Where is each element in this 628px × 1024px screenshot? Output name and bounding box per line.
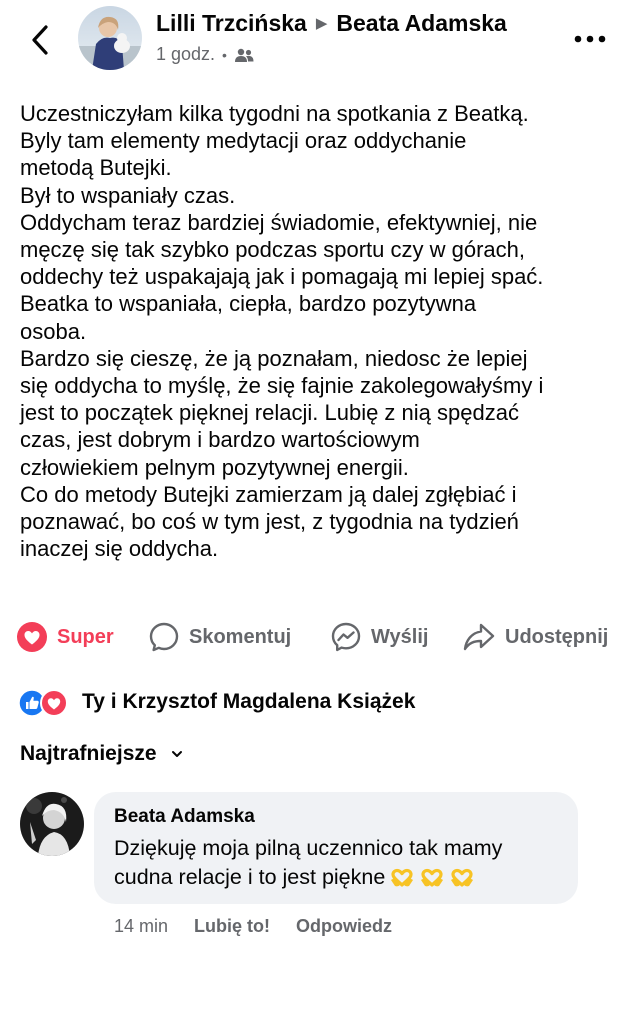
reactions-summary[interactable]: Ty i Krzysztof Magdalena Książek: [18, 686, 415, 718]
share-label: Udostępnij: [505, 625, 609, 648]
post-time[interactable]: 1 godz.: [156, 44, 215, 65]
heart-hands-emoji-icon: [391, 869, 414, 887]
post-text-line: Bardzo się cieszę, że ją poznałam, niedo…: [20, 345, 528, 371]
comment-reply-button[interactable]: Odpowiedz: [296, 916, 392, 937]
comment-text-line: Dziękuję moja pilną uczennico tak mamy: [114, 836, 503, 860]
back-button[interactable]: [22, 20, 58, 60]
comment-text: Dziękuję moja pilną uczennico tak mamy c…: [114, 834, 564, 892]
messenger-icon: [331, 622, 361, 652]
heart-hands-emoji-icon: [421, 869, 444, 887]
post-text-line: Był to wspaniały czas.: [20, 182, 236, 208]
post-text-line: czas, jest dobrym i bardzo wartościowym: [20, 427, 420, 453]
post-meta: 1 godz. •: [156, 44, 254, 65]
comment-sort-dropdown[interactable]: Najtrafniejsze: [20, 742, 183, 766]
post-text-line: jest to początek pięknej relacji. Lubię …: [20, 400, 519, 426]
send-button[interactable]: Wyślij: [330, 612, 428, 662]
post-text-line: człowiekiem pelnym pozytywnej energii.: [20, 454, 409, 480]
recipient-name[interactable]: Beata Adamska: [336, 10, 506, 37]
comment-avatar[interactable]: [20, 792, 84, 856]
post-text-line: Uczestniczyłam kilka tygodni na spotkani…: [20, 101, 529, 126]
heart-hands-emoji-icon: [451, 869, 474, 887]
chevron-left-icon: [32, 25, 48, 55]
post-text-line: metodą Butejki.: [20, 155, 172, 181]
heart-hands-emojis: [389, 868, 475, 888]
friends-icon: [234, 48, 254, 62]
triangle-right-icon: ▶: [315, 14, 328, 32]
post-text-line: Oddycham teraz bardziej świadomie, efekt…: [20, 209, 538, 235]
love-icon: [40, 689, 68, 717]
author-name[interactable]: Lilli Trzcińska: [156, 10, 307, 37]
comment-label: Skomentuj: [189, 625, 292, 648]
comment-author[interactable]: Beata Adamska: [114, 806, 255, 828]
post-text-line: Co do metody Butejki zamierzam ją dalej …: [20, 481, 517, 507]
love-icon: [17, 622, 47, 652]
post-text-line: się oddycha to myślę, że się fajnie zako…: [20, 373, 544, 399]
share-arrow-icon: [463, 623, 495, 651]
comment-bubble-icon: [149, 622, 179, 652]
comment-time: 14 min: [114, 915, 169, 936]
post-text-line: inaczej się oddycha.: [20, 536, 219, 562]
post-author-line: Lilli Trzcińska ▶ Beata Adamska: [156, 10, 507, 37]
comment-text-fragment: cudna relacje i to jest piękne: [114, 865, 386, 889]
share-button[interactable]: Udostępnij: [462, 612, 608, 662]
reaction-names: Ty i Krzysztof Magdalena Książek: [82, 690, 416, 713]
meta-separator: •: [222, 46, 227, 63]
sort-label: Najtrafniejsze: [20, 742, 157, 765]
post-text: Uczestniczyłam kilka tygodni na spotkani…: [20, 100, 616, 562]
super-reaction-button[interactable]: Super: [16, 612, 114, 662]
reaction-icons: [18, 687, 74, 717]
comment-like-button[interactable]: Lubię to!: [194, 916, 270, 937]
post-text-line: Byly tam elementy medytacji oraz oddycha…: [20, 128, 467, 154]
send-label: Wyślij: [371, 625, 429, 648]
comment-meta: 14 min Lubię to! Odpowiedz: [114, 914, 418, 938]
comment-text-line: cudna relacje i to jest piękne: [114, 863, 564, 892]
post-text-line: męczę się tak szybko podczas sportu czy …: [20, 237, 525, 263]
post-header: Lilli Trzcińska ▶ Beata Adamska 1 godz. …: [0, 0, 628, 80]
more-options-button[interactable]: [570, 24, 610, 54]
post-text-line: osoba.: [20, 318, 87, 344]
comment-bubble[interactable]: Beata Adamska Dziękuję moja pilną uczenn…: [94, 792, 578, 904]
post-text-line: poznawać, bo coś w tym jest, z tygodnia …: [20, 509, 519, 535]
post-text-line: oddechy też uspakajają jak i pomagają mi…: [20, 264, 544, 290]
super-label: Super: [57, 625, 114, 648]
post-action-bar: Super Skomentuj Wyślij Udostępnij: [0, 612, 628, 662]
chevron-down-icon: [171, 751, 182, 757]
post-text-line: Beatka to wspaniała, ciepła, bardzo pozy…: [20, 291, 477, 317]
avatar[interactable]: [78, 6, 142, 70]
more-dots-icon: [574, 35, 606, 43]
comment-button[interactable]: Skomentuj: [148, 612, 291, 662]
